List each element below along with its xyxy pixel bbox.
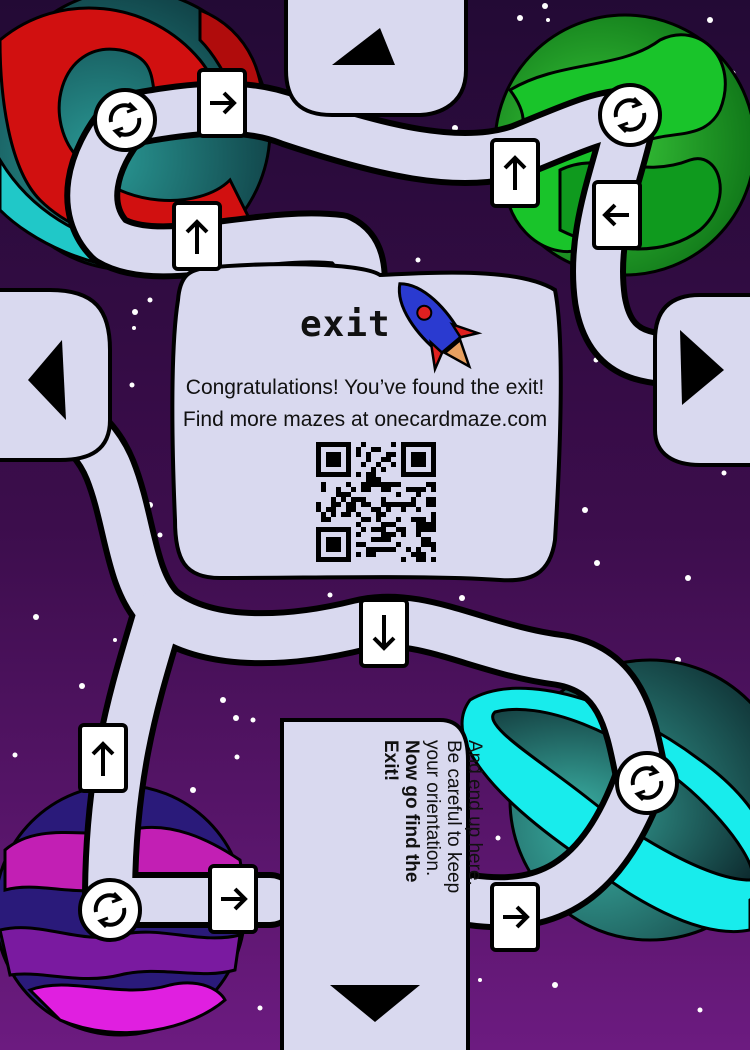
end-line-5: Exit! (380, 740, 401, 782)
more-mazes-link[interactable]: Find more mazes at onecardmaze.com (175, 408, 555, 432)
end-instructions: And end up here. Be careful to keep your… (375, 740, 485, 960)
rotate-node-bottom-left[interactable] (78, 878, 142, 942)
exit-title: exit (300, 304, 391, 345)
arrow-card-left-up[interactable] (172, 201, 222, 271)
qr-code[interactable] (312, 438, 440, 566)
end-line-1: And end up here. (464, 740, 485, 886)
end-line-4: Now go find the (401, 740, 422, 883)
arrow-card-top-right-left[interactable] (592, 180, 642, 250)
right-exit-tab[interactable] (653, 293, 750, 467)
end-line-2: Be careful to keep (443, 740, 464, 894)
arrow-card-bottom-left-right[interactable] (208, 864, 258, 934)
arrow-card-center-down[interactable] (359, 598, 409, 668)
arrow-card-bottom-left-up[interactable] (78, 723, 128, 793)
end-line-3: your orientation. (422, 740, 443, 877)
congrats-message: Congratulations! You’ve found the exit! (185, 376, 545, 399)
top-exit-tab[interactable] (284, 0, 468, 117)
maze-card: exit Congratulations! You’ve found the e… (0, 0, 750, 1050)
arrow-card-top-right-up[interactable] (490, 138, 540, 208)
left-exit-tab[interactable] (0, 288, 112, 462)
arrow-card-bottom-right-right[interactable] (490, 882, 540, 952)
arrow-card-top-left-right[interactable] (197, 68, 247, 138)
rotate-node-top-left[interactable] (93, 88, 157, 152)
rotate-node-top-right[interactable] (598, 83, 662, 147)
rotate-node-bottom-right[interactable] (615, 751, 679, 815)
